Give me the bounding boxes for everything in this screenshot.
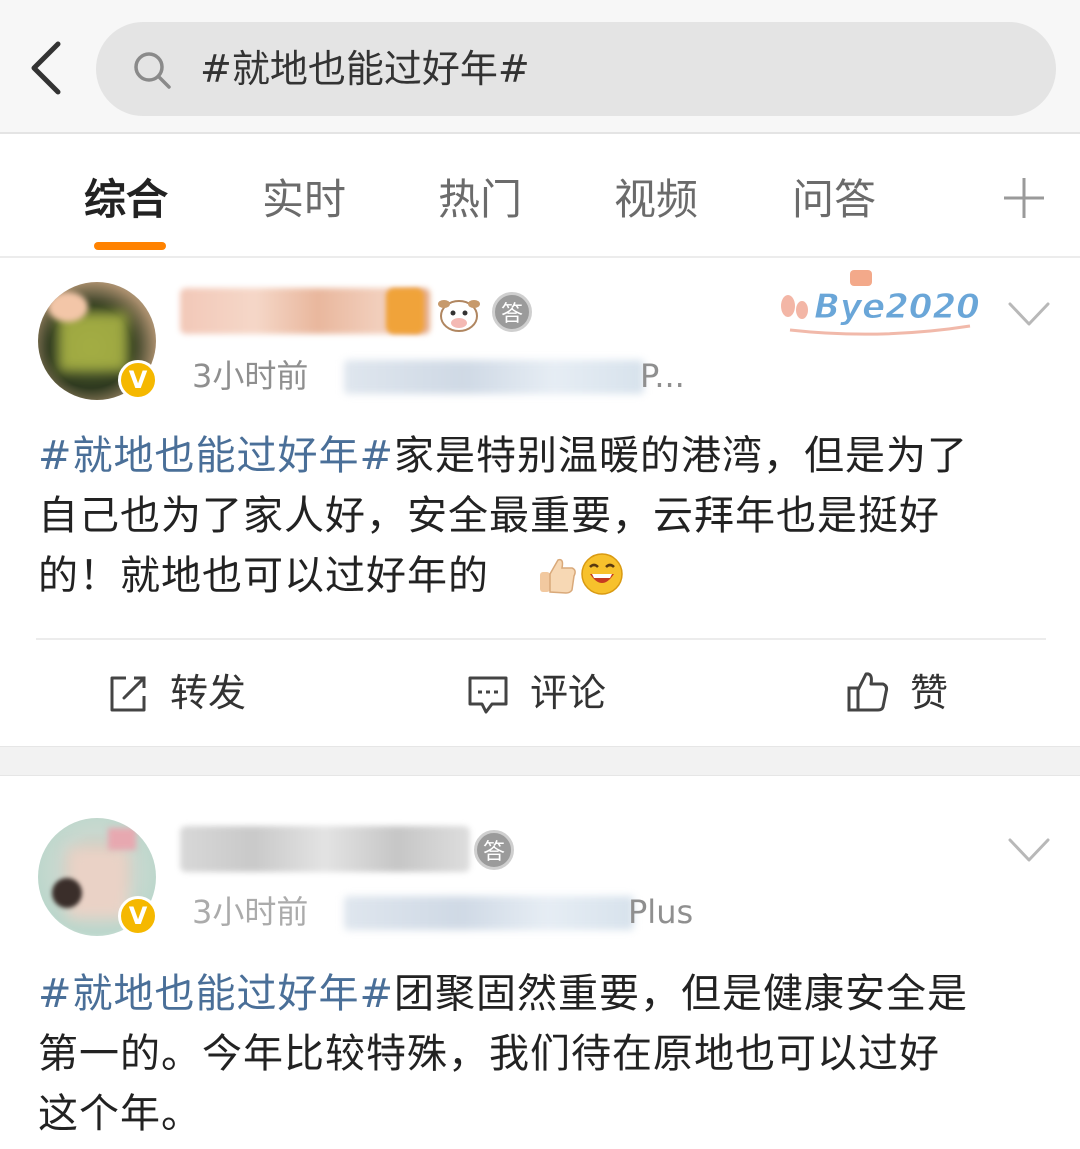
post-body: #就地也能过好年#团聚固然重要，但是健康安全是 第一的。今年比较特殊，我们待在原… (38, 964, 1048, 1144)
like-button[interactable]: 赞 (910, 668, 948, 718)
post-text-line: 自己也为了家人好，安全最重要，云拜年也是挺好 (38, 493, 940, 539)
post-body: #就地也能过好年#家是特别温暖的港湾，但是为了 自己也为了家人好，安全最重要，云… (38, 426, 1048, 606)
tab-bar: 综合 实时 热门 视频 问答 (0, 136, 1080, 258)
active-tab-indicator (94, 242, 166, 250)
source-blurred (344, 896, 634, 930)
bye2020-text: Bye2020 (814, 287, 980, 327)
search-query[interactable]: #就地也能过好年# (200, 44, 530, 94)
post-source: Plus (628, 893, 694, 931)
thumbs-up-emoji-icon (540, 558, 576, 594)
feed-separator (0, 746, 1080, 776)
tab-comprehensive[interactable]: 综合 (84, 172, 168, 228)
answer-badge: 答 (492, 292, 532, 332)
chevron-down-icon[interactable] (1006, 300, 1052, 328)
cow-emoji-icon (438, 300, 480, 332)
tab-qa[interactable]: 问答 (792, 172, 876, 228)
verified-badge: V (118, 360, 158, 400)
divider (36, 638, 1046, 640)
post-source: P... (640, 357, 685, 395)
verified-badge: V (118, 896, 158, 936)
topic-link[interactable]: #就地也能过好年# (38, 971, 394, 1017)
post-card[interactable]: V 答 Bye2020 3小时前 P... #就地也能过好年#家是特别温暖的港湾… (0, 260, 1080, 746)
username-blurred[interactable] (180, 826, 470, 872)
post-time: 3小时前 (192, 893, 309, 931)
post-text-line: 的！就地也可以过好年的 (38, 553, 489, 599)
chevron-down-icon[interactable] (1006, 836, 1052, 864)
tab-hot[interactable]: 热门 (438, 172, 522, 228)
post-card[interactable]: V 答 3小时前 Plus #就地也能过好年#团聚固然重要，但是健康安全是 第一… (0, 776, 1080, 1149)
answer-badge: 答 (474, 830, 514, 870)
repost-button[interactable]: 转发 (170, 668, 246, 718)
back-arrow-icon[interactable] (22, 36, 78, 100)
post-time: 3小时前 (192, 357, 309, 395)
post-text-line: 家是特别温暖的港湾，但是为了 (394, 433, 969, 479)
add-tab-icon[interactable] (1002, 176, 1046, 220)
bye2020-decoration: Bye2020 (781, 270, 980, 336)
top-bar: #就地也能过好年# (0, 0, 1080, 134)
search-bar[interactable]: #就地也能过好年# (96, 22, 1056, 116)
post-text-line: 团聚固然重要，但是健康安全是 (394, 971, 969, 1017)
tab-realtime[interactable]: 实时 (262, 172, 346, 228)
laughing-emoji-icon (581, 553, 623, 595)
tab-video[interactable]: 视频 (614, 172, 698, 228)
post-text-line: 第一的。今年比较特殊，我们待在原地也可以过好 (38, 1031, 940, 1077)
source-blurred (344, 360, 644, 394)
repost-icon[interactable] (106, 672, 150, 716)
search-icon (134, 52, 171, 89)
topic-link[interactable]: #就地也能过好年# (38, 433, 394, 479)
member-icon (386, 288, 424, 334)
comment-button[interactable]: 评论 (530, 668, 606, 718)
comment-icon[interactable] (466, 672, 510, 716)
like-icon[interactable] (846, 670, 890, 714)
post-text-line: 这个年。 (38, 1091, 202, 1137)
